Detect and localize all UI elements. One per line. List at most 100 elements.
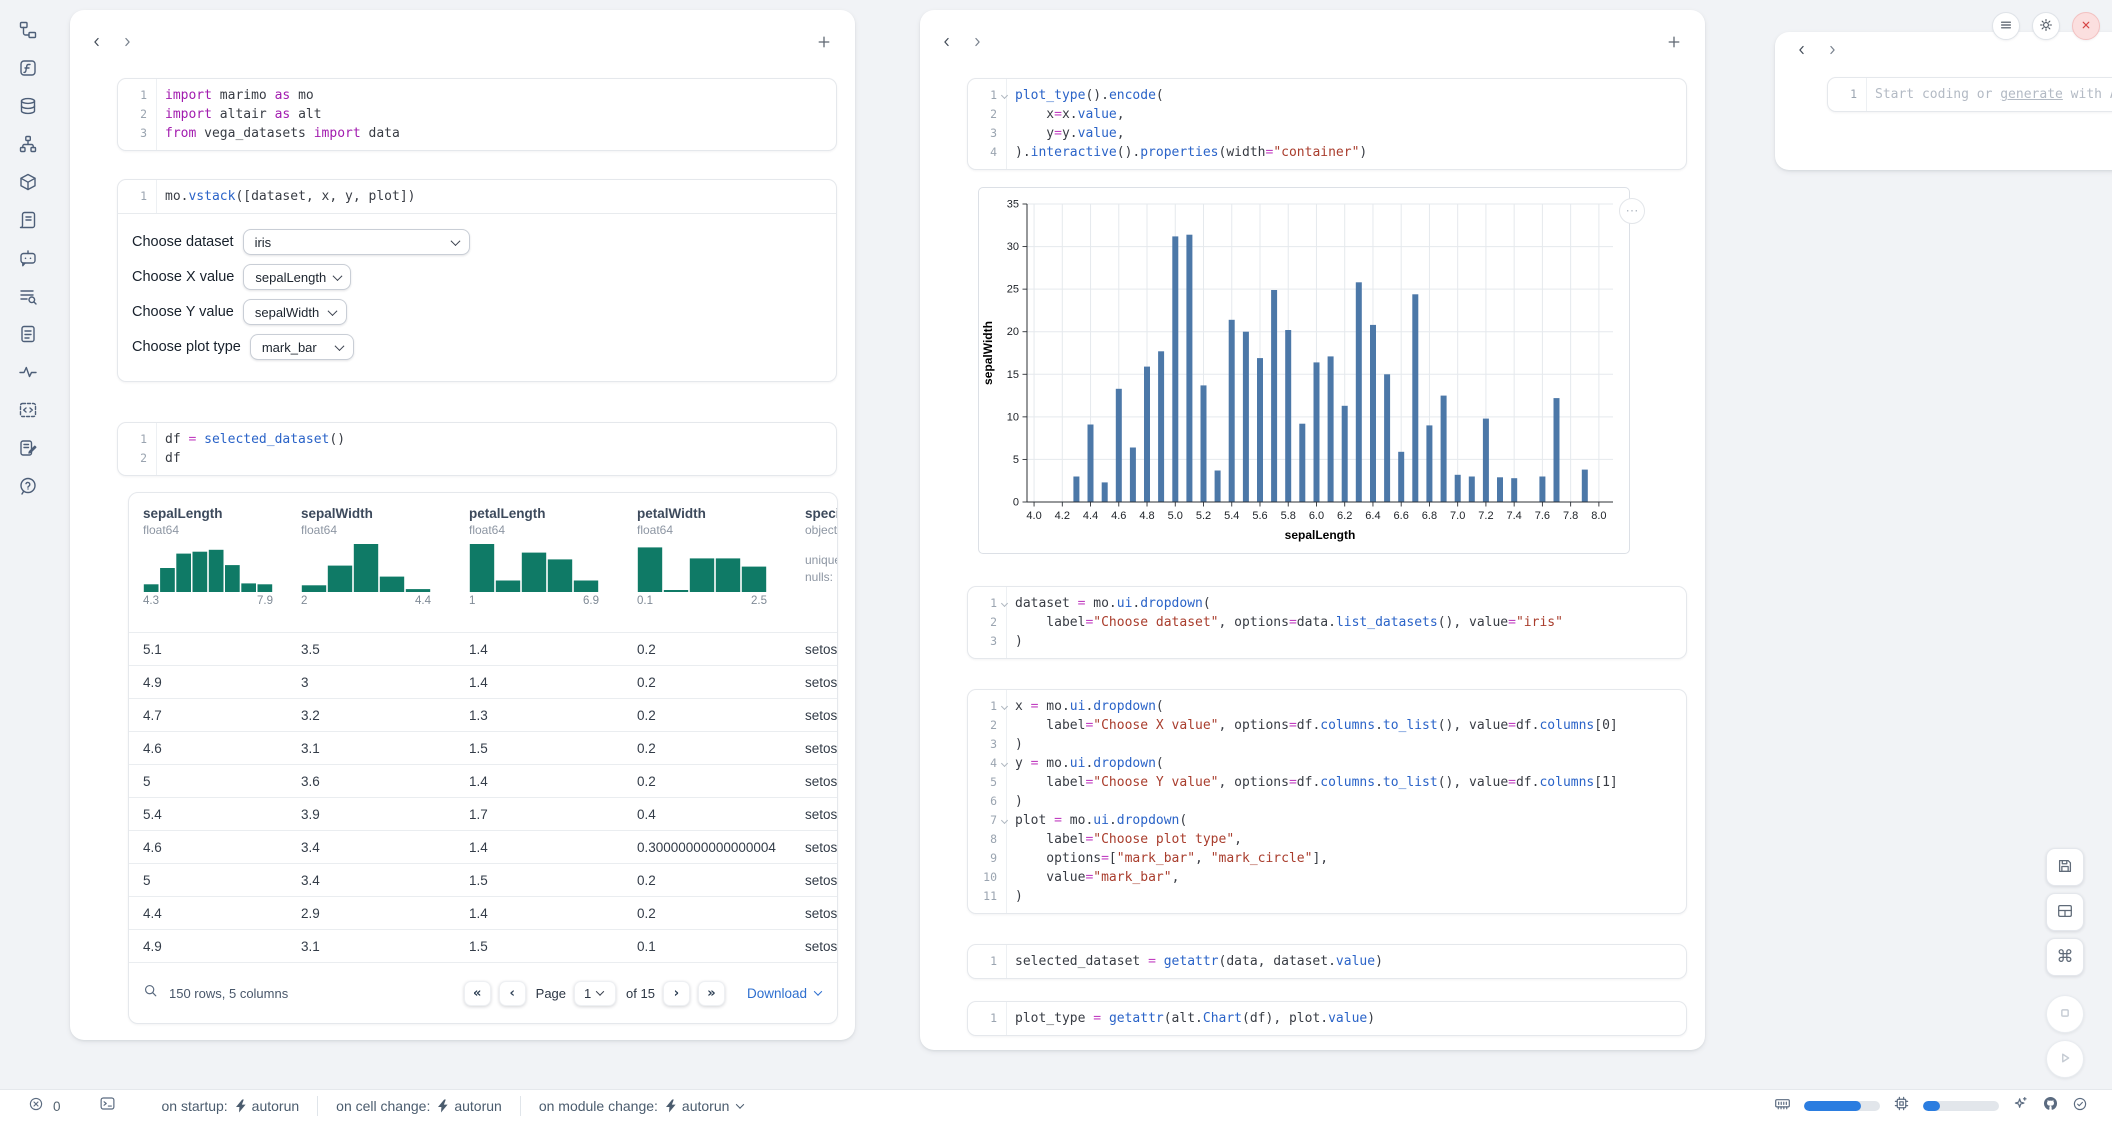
sidebar-item-function[interactable] [14, 56, 42, 84]
download-button[interactable]: Download [747, 986, 821, 1001]
column-header-petalWidth[interactable]: petalWidthfloat64 0.12.5 [623, 493, 791, 632]
code-editor[interactable]: 1plot_type = getattr(alt.Chart(df), plot… [968, 1002, 1686, 1035]
sidebar-item-scratchpad[interactable] [14, 436, 42, 464]
notebook-menu-button[interactable] [1992, 12, 2020, 40]
fold-icon[interactable] [1001, 760, 1008, 767]
settings-button[interactable] [2032, 12, 2060, 40]
table-header: sepalLengthfloat64 4.37.9 sepalWidthfloa… [129, 493, 837, 632]
column-header-sepalWidth[interactable]: sepalWidthfloat64 24.4 [287, 493, 455, 632]
menu-icon [1998, 17, 2014, 36]
column-move-left-button[interactable] [86, 32, 108, 54]
column-header-petalLength[interactable]: petalLengthfloat64 16.9 [455, 493, 623, 632]
code-line: 9 options=["mark_bar", "mark_circle"], [968, 849, 1686, 868]
fold-icon[interactable] [1001, 817, 1008, 824]
column-move-right-button[interactable] [116, 32, 138, 54]
prev-page-button[interactable]: ‹ [499, 981, 526, 1006]
layout-button[interactable] [2046, 893, 2084, 931]
cell-plot-type: 1plot_type = getattr(alt.Chart(df), plot… [967, 1001, 1687, 1036]
keyboard-shortcuts-button[interactable]: ⌘ [2046, 938, 2084, 976]
empty-cell-editor[interactable]: 1 Start coding or generate with AI [1828, 78, 2112, 111]
window-controls [1992, 12, 2100, 40]
x-value-select[interactable]: sepalLength [243, 264, 351, 290]
x-value-label: Choose X value [132, 269, 234, 285]
sidebar-item-package[interactable] [14, 170, 42, 198]
sidebar-item-dependency-graph[interactable] [14, 132, 42, 160]
table-row[interactable]: 4.63.11.50.2setosa [129, 731, 837, 764]
code-line: 1selected_dataset = getattr(data, datase… [968, 952, 1686, 971]
column-header-sepalLength[interactable]: sepalLengthfloat64 4.37.9 [129, 493, 287, 632]
table-row[interactable]: 4.63.41.40.30000000000000004setosa [129, 830, 837, 863]
table-row[interactable]: 4.42.91.40.2setosa [129, 896, 837, 929]
dependency-graph-icon [18, 134, 38, 159]
column-move-right-button[interactable] [1821, 40, 1843, 62]
y-value-select[interactable]: sepalWidth [243, 299, 347, 325]
github-icon[interactable] [2042, 1095, 2059, 1117]
function-icon [18, 58, 38, 83]
run-button[interactable] [2046, 1040, 2084, 1078]
chart-menu-button[interactable]: ⋯ [1619, 198, 1645, 224]
next-page-button[interactable]: › [663, 981, 690, 1006]
code-editor[interactable]: 1df = selected_dataset()2df [118, 423, 836, 475]
connection-status-icon[interactable] [2072, 1096, 2088, 1117]
stop-icon [2056, 1004, 2074, 1025]
fold-icon[interactable] [1001, 92, 1008, 99]
on-cell-change-setting[interactable]: on cell change: autorun [336, 1098, 502, 1114]
generate-with-ai-link[interactable]: generate [2000, 87, 2063, 102]
code-editor[interactable]: 1plot_type().encode(2 x=x.value,3 y=y.va… [968, 79, 1686, 169]
form-row: Choose plot type mark_bar [132, 334, 822, 360]
on-module-change-setting[interactable]: on module change: autorun [539, 1098, 744, 1114]
sidebar-item-file-tree[interactable] [14, 18, 42, 46]
table-row[interactable]: 53.61.40.2setosa [129, 764, 837, 797]
column-header-species[interactable]: speciesobject unique:nulls: [791, 493, 837, 632]
sidebar-item-pulse[interactable] [14, 360, 42, 388]
shutdown-button[interactable] [2072, 12, 2100, 40]
column-move-right-button[interactable] [966, 32, 988, 54]
table-row[interactable]: 5.13.51.40.2setosa [129, 632, 837, 665]
add-cell-button[interactable] [1663, 32, 1685, 54]
page-select[interactable]: 1 [574, 981, 616, 1006]
ai-sparkles-icon[interactable] [2012, 1095, 2029, 1117]
form-row: Choose Y value sepalWidth [132, 299, 822, 325]
altair-chart-output[interactable]: 4.04.24.44.64.85.05.25.45.65.86.06.26.46… [978, 187, 1630, 554]
sidebar-item-help[interactable] [14, 474, 42, 502]
table-row[interactable]: 4.93.11.50.1setosa [129, 929, 837, 962]
first-page-button[interactable]: « [464, 981, 491, 1006]
search-icon[interactable] [142, 982, 159, 1004]
sidebar-item-document[interactable] [14, 322, 42, 350]
sidebar-item-database[interactable] [14, 94, 42, 122]
fold-icon[interactable] [1001, 600, 1008, 607]
code-editor[interactable]: 1x = mo.ui.dropdown(2 label="Choose X va… [968, 690, 1686, 913]
plot-type-select[interactable]: mark_bar [250, 334, 354, 360]
fold-icon[interactable] [1001, 703, 1008, 710]
dataframe-table: sepalLengthfloat64 4.37.9 sepalWidthfloa… [128, 492, 838, 1024]
code-line: 8 label="Choose plot type", [968, 830, 1686, 849]
table-footer: 150 rows, 5 columns « ‹ Page 1 of 15 › »… [129, 962, 837, 1023]
code-editor[interactable]: 1selected_dataset = getattr(data, datase… [968, 945, 1686, 978]
table-row[interactable]: 53.41.50.2setosa [129, 863, 837, 896]
table-row[interactable]: 4.73.21.30.2setosa [129, 698, 837, 731]
code-editor[interactable]: 1import marimo as mo2import altair as al… [118, 79, 836, 150]
terminal-icon[interactable] [99, 1095, 116, 1117]
sidebar-item-search-list[interactable] [14, 284, 42, 312]
code-editor[interactable]: 1mo.vstack([dataset, x, y, plot]) [118, 180, 836, 213]
svg-text:6.6: 6.6 [1394, 510, 1409, 522]
sidebar-item-chat[interactable] [14, 246, 42, 274]
table-row[interactable]: 4.931.40.2setosa [129, 665, 837, 698]
on-startup-setting[interactable]: on startup: autorun [162, 1098, 300, 1114]
stop-button[interactable] [2046, 995, 2084, 1033]
dataset-select[interactable]: iris [243, 229, 470, 255]
sidebar-item-scroll[interactable] [14, 208, 42, 236]
save-button[interactable] [2046, 848, 2084, 886]
add-cell-button[interactable] [813, 32, 835, 54]
bolt-icon [437, 1099, 449, 1113]
code-line: 1mo.vstack([dataset, x, y, plot]) [118, 187, 836, 206]
last-page-button[interactable]: » [698, 981, 725, 1006]
errors-icon[interactable] [28, 1096, 44, 1117]
sidebar-item-code-snippet[interactable] [14, 398, 42, 426]
column-move-left-button[interactable] [936, 32, 958, 54]
svg-text:6.0: 6.0 [1309, 510, 1324, 522]
chevron-left-icon [90, 35, 104, 52]
code-editor[interactable]: 1dataset = mo.ui.dropdown(2 label="Choos… [968, 587, 1686, 658]
table-row[interactable]: 5.43.91.70.4setosa [129, 797, 837, 830]
column-move-left-button[interactable] [1791, 40, 1813, 62]
